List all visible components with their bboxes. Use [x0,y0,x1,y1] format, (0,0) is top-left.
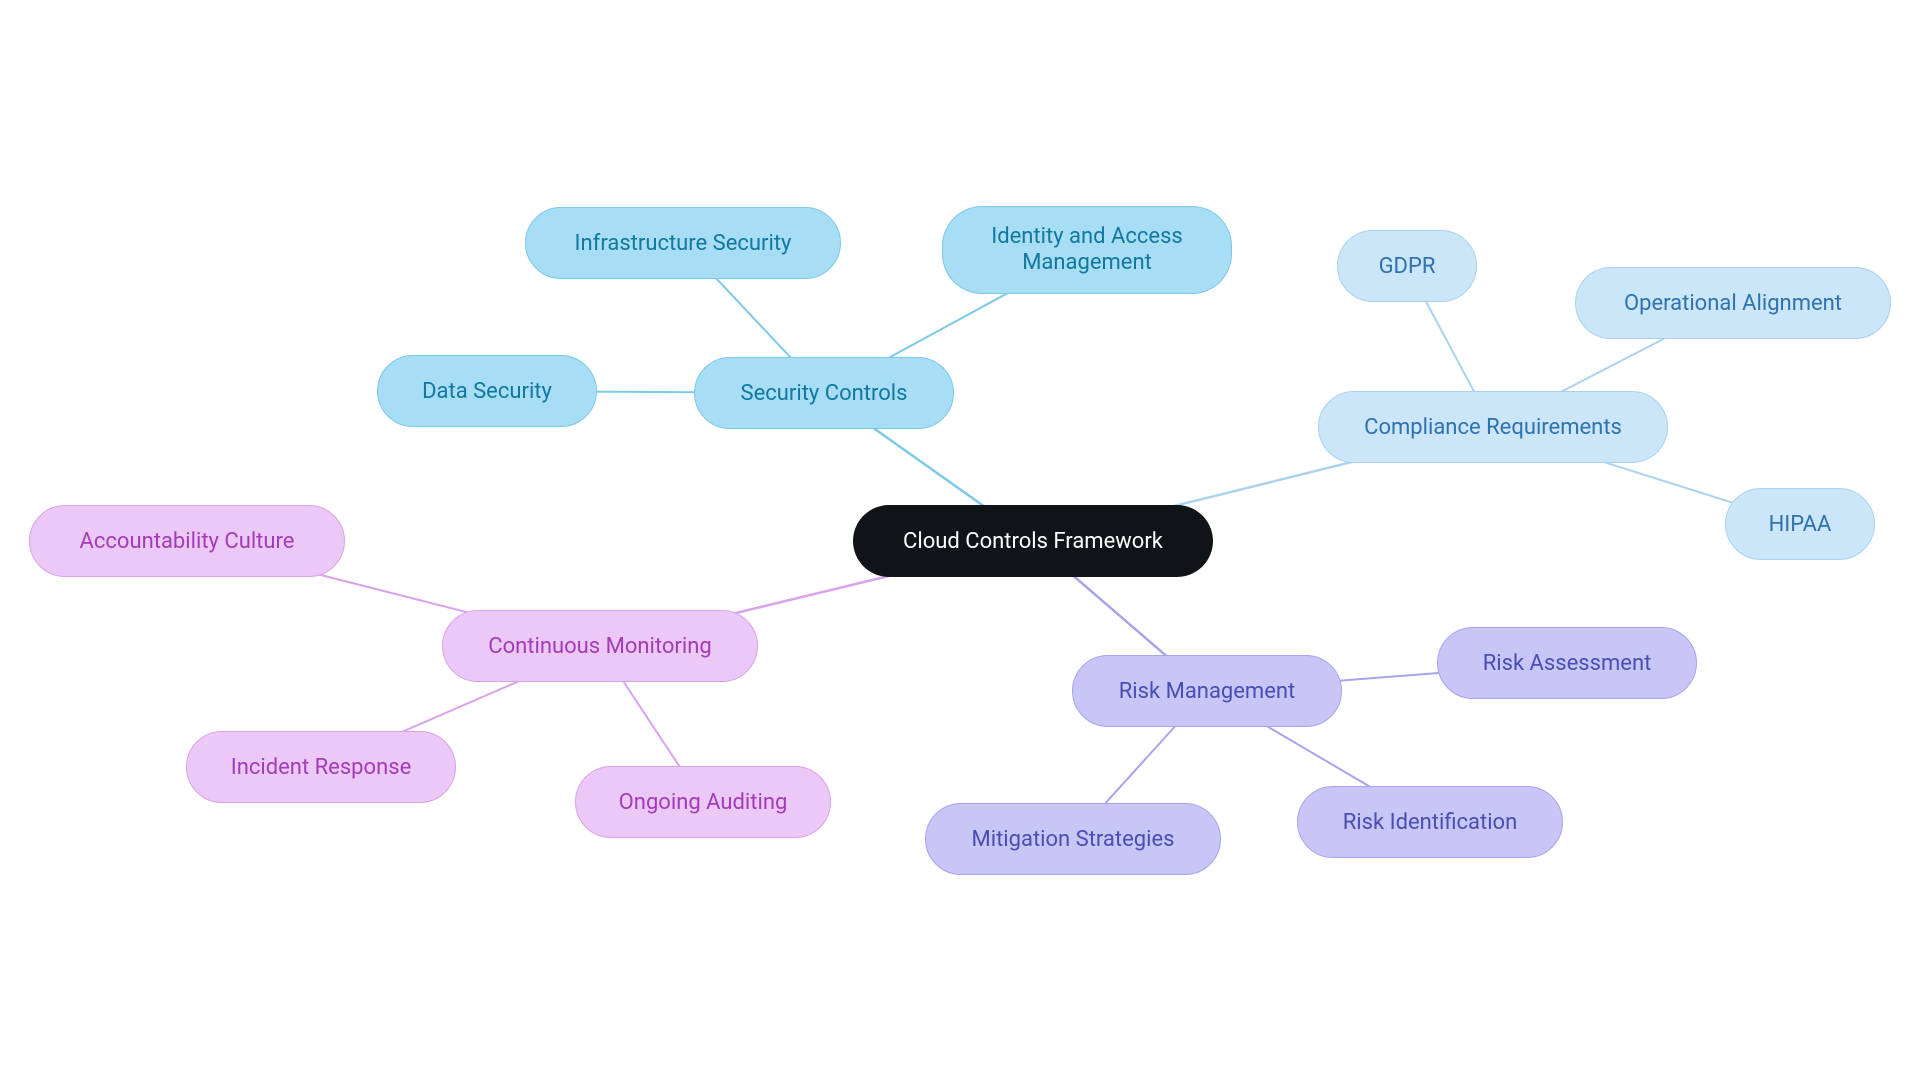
gdpr-label: GDPR [1379,254,1436,279]
iam-label: Identity and AccessManagement [991,224,1183,277]
operational-alignment-node[interactable]: Operational Alignment [1575,267,1891,339]
incident-response-node[interactable]: Incident Response [186,731,456,803]
mindmap-canvas: Cloud Controls Framework Security Contro… [0,0,1920,1083]
risk-label: Risk Management [1119,679,1295,704]
ongoing-auditing-label: Ongoing Auditing [619,790,788,815]
risk-assessment-label: Risk Assessment [1483,651,1652,676]
mitigation-strategies-node[interactable]: Mitigation Strategies [925,803,1221,875]
risk-assessment-node[interactable]: Risk Assessment [1437,627,1697,699]
ongoing-auditing-node[interactable]: Ongoing Auditing [575,766,831,838]
risk-node[interactable]: Risk Management [1072,655,1342,727]
hipaa-node[interactable]: HIPAA [1725,488,1875,560]
iam-node[interactable]: Identity and AccessManagement [942,206,1232,294]
accountability-culture-label: Accountability Culture [80,529,295,554]
risk-identification-node[interactable]: Risk Identification [1297,786,1563,858]
security-node[interactable]: Security Controls [694,357,954,429]
data-security-node[interactable]: Data Security [377,355,597,427]
root-node[interactable]: Cloud Controls Framework [853,505,1213,577]
risk-identification-label: Risk Identification [1343,810,1518,835]
operational-alignment-label: Operational Alignment [1624,291,1842,316]
compliance-label: Compliance Requirements [1364,415,1622,440]
security-label: Security Controls [741,381,908,406]
accountability-culture-node[interactable]: Accountability Culture [29,505,345,577]
mitigation-strategies-label: Mitigation Strategies [972,827,1175,852]
hipaa-label: HIPAA [1769,512,1832,537]
root-label: Cloud Controls Framework [903,529,1163,554]
infrastructure-security-node[interactable]: Infrastructure Security [525,207,841,279]
monitoring-node[interactable]: Continuous Monitoring [442,610,758,682]
data-security-label: Data Security [422,379,552,404]
monitoring-label: Continuous Monitoring [488,634,711,659]
infrastructure-security-label: Infrastructure Security [575,231,792,256]
incident-response-label: Incident Response [231,755,412,780]
compliance-node[interactable]: Compliance Requirements [1318,391,1668,463]
gdpr-node[interactable]: GDPR [1337,230,1477,302]
